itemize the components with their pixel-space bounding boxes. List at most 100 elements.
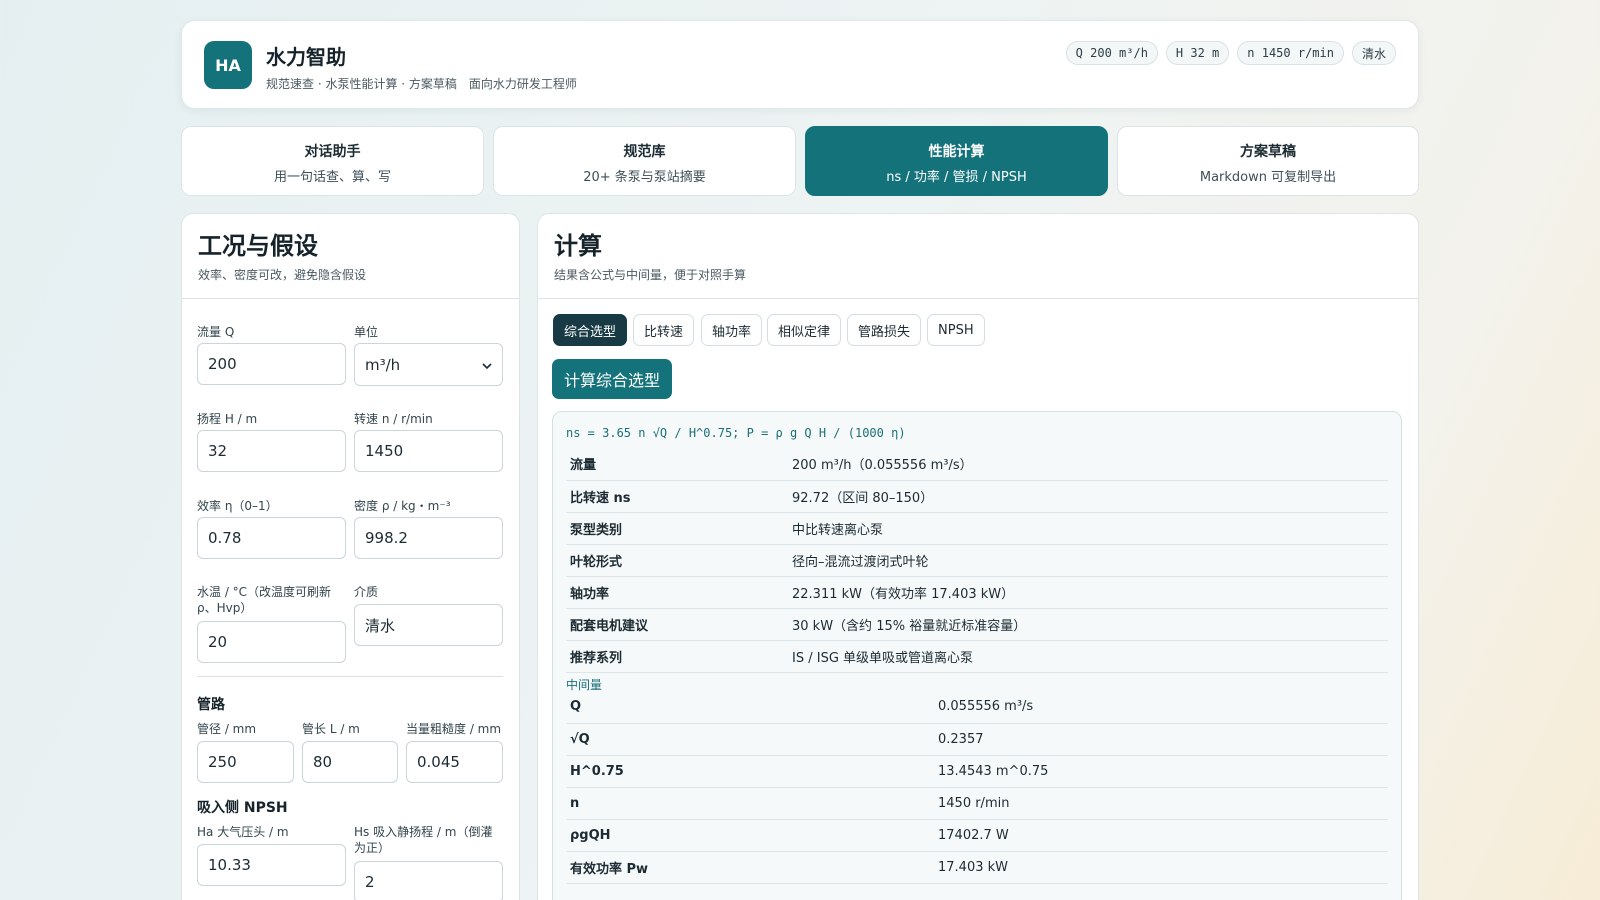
table-row: ρgQH 17402.7 W bbox=[566, 819, 1388, 852]
result-key: 流量 bbox=[566, 448, 788, 481]
flow-input[interactable]: 200 bbox=[197, 343, 346, 385]
result-key: 叶轮形式 bbox=[566, 544, 788, 577]
table-row: 推荐系列 IS / ISG 单级单吸或管道离心泵 bbox=[566, 640, 1388, 673]
results-table: 流量 200 m³/h（0.055556 m³/s） 比转速 ns 92.72（区间… bbox=[566, 448, 1388, 673]
chevron-down-icon bbox=[482, 356, 492, 374]
tab-title: 方案草稿 bbox=[1240, 144, 1296, 160]
intermediate-value: 0.055556 m³/s bbox=[934, 691, 1388, 724]
roughness-input[interactable]: 0.045 bbox=[406, 741, 503, 783]
app-title: 水力智助 bbox=[266, 45, 346, 69]
table-row: 比转速 ns 92.72（区间 80–150） bbox=[566, 480, 1388, 513]
intermediate-key: ρgQH bbox=[566, 819, 934, 852]
chip-speed: n 1450 r/min bbox=[1237, 41, 1344, 65]
intermediate-key: √Q bbox=[566, 723, 934, 756]
table-row: 轴功率 22.311 kW（有效功率 17.403 kW） bbox=[566, 576, 1388, 609]
result-value: 径向–混流过渡闭式叶轮 bbox=[788, 544, 1388, 577]
table-row: 配套电机建议 30 kW（含约 15% 裕量就近标准容量） bbox=[566, 608, 1388, 641]
intermediate-value: 0.2357 bbox=[934, 723, 1388, 756]
result-key: 泵型类别 bbox=[566, 512, 788, 545]
hs-input[interactable]: 2 bbox=[354, 861, 503, 900]
table-row: 有效功率 Pw 17.403 kW bbox=[566, 851, 1388, 884]
intermediate-key: 有效功率 Pw bbox=[566, 851, 934, 884]
tab-draft[interactable]: 方案草稿 Markdown 可复制导出 bbox=[1117, 126, 1419, 196]
result-value: 22.311 kW（有效功率 17.403 kW） bbox=[788, 576, 1388, 609]
subtab-specific-speed[interactable]: 比转速 bbox=[633, 314, 695, 346]
chip-medium: 清水 bbox=[1351, 41, 1396, 65]
result-value: IS / ISG 单级单吸或管道离心泵 bbox=[788, 640, 1388, 673]
result-value: 30 kW（含约 15% 裕量就近标准容量） bbox=[788, 608, 1388, 641]
unit-value: m³/h bbox=[365, 355, 401, 374]
head-input[interactable]: 32 bbox=[197, 430, 346, 472]
table-row: 流量 200 m³/h（0.055556 m³/s） bbox=[566, 448, 1388, 481]
tab-chat-assistant[interactable]: 对话助手 用一句话查、算、写 bbox=[181, 126, 484, 196]
app-subtitle: 规范速查 · 水泵性能计算 · 方案草稿 面向水力研发工程师 bbox=[266, 77, 577, 91]
unit-label: 单位 bbox=[354, 325, 379, 339]
tab-desc: Markdown 可复制导出 bbox=[1199, 170, 1337, 185]
pipe-section-title: 管路 bbox=[197, 697, 225, 713]
result-value: 92.72（区间 80–150） bbox=[788, 480, 1388, 513]
app-logo: HA bbox=[204, 41, 252, 89]
result-value: 200 m³/h（0.055556 m³/s） bbox=[788, 448, 1388, 481]
unit-select[interactable]: m³/h bbox=[354, 343, 503, 386]
result-value: 中比转速离心泵 bbox=[788, 512, 1388, 545]
subtab-pipe-loss[interactable]: 管路损失 bbox=[847, 314, 922, 346]
chip-flow: Q 200 m³/h bbox=[1065, 41, 1158, 65]
calc-header: 计算 结果含公式与中间量，便于对照手算 bbox=[538, 214, 1418, 299]
conditions-header: 工况与假设 效率、密度可改，避免隐含假设 bbox=[182, 214, 519, 299]
tab-title: 对话助手 bbox=[304, 144, 361, 160]
speed-input[interactable]: 1450 bbox=[354, 430, 503, 472]
subtab-npsh[interactable]: NPSH bbox=[927, 314, 985, 346]
panel-subtitle: 效率、密度可改，避免隐含假设 bbox=[198, 268, 367, 282]
app-header: HA 水力智助 规范速查 · 水泵性能计算 · 方案草稿 面向水力研发工程师 Q… bbox=[181, 20, 1419, 109]
calculate-button[interactable]: 计算综合选型 bbox=[552, 359, 673, 399]
length-label: 管长 L / m bbox=[302, 722, 360, 736]
chip-head: H 32 m bbox=[1165, 41, 1230, 65]
panel-subtitle: 结果含公式与中间量，便于对照手算 bbox=[554, 268, 747, 282]
subtab-similarity[interactable]: 相似定律 bbox=[767, 314, 842, 346]
diameter-label: 管径 / mm bbox=[197, 722, 257, 736]
length-input[interactable]: 80 bbox=[302, 741, 398, 783]
tab-desc: ns / 功率 / 管损 / NPSH bbox=[886, 170, 1027, 185]
density-label: 密度 ρ / kg・m⁻³ bbox=[354, 499, 451, 513]
efficiency-input[interactable]: 0.78 bbox=[197, 517, 346, 559]
table-row: H^0.75 13.4543 m^0.75 bbox=[566, 755, 1388, 788]
speed-label: 转速 n / r/min bbox=[354, 412, 433, 426]
tab-title: 性能计算 bbox=[928, 144, 985, 160]
intermediate-value: 1450 r/min bbox=[934, 787, 1388, 820]
subtab-shaft-power[interactable]: 轴功率 bbox=[701, 314, 763, 346]
result-key: 轴功率 bbox=[566, 576, 788, 609]
ha-input[interactable]: 10.33 bbox=[197, 844, 346, 886]
efficiency-label: 效率 η（0–1） bbox=[197, 499, 278, 513]
flow-label: 流量 Q bbox=[197, 325, 235, 339]
intermediate-key: n bbox=[566, 787, 934, 820]
medium-input[interactable]: 清水 bbox=[354, 604, 503, 646]
intermediate-key: H^0.75 bbox=[566, 755, 934, 788]
tab-desc: 20+ 条泵与泵站摘要 bbox=[583, 170, 706, 185]
panel-title: 计算 bbox=[554, 232, 602, 260]
panel-title: 工况与假设 bbox=[198, 232, 318, 260]
intermediate-value: 17402.7 W bbox=[934, 819, 1388, 852]
table-row: √Q 0.2357 bbox=[566, 723, 1388, 756]
temperature-label: 水温 / °C（改温度可刷新 ρ、Hvp） bbox=[197, 585, 332, 615]
tab-standards[interactable]: 规范库 20+ 条泵与泵站摘要 bbox=[493, 126, 796, 196]
table-row: n 1450 r/min bbox=[566, 787, 1388, 820]
intermediate-value: 17.403 kW bbox=[934, 851, 1388, 884]
tab-title: 规范库 bbox=[623, 144, 666, 160]
intermediate-key: Q bbox=[566, 691, 934, 724]
result-box: ns = 3.65 n √Q / H^0.75; P = ρ g Q H / (… bbox=[552, 411, 1402, 900]
medium-label: 介质 bbox=[354, 585, 379, 599]
diameter-input[interactable]: 250 bbox=[197, 741, 294, 783]
condition-chips: Q 200 m³/h H 32 m n 1450 r/min 清水 bbox=[1065, 41, 1396, 65]
result-key: 配套电机建议 bbox=[566, 608, 788, 641]
divider bbox=[197, 676, 503, 677]
npsh-section-title: 吸入侧 NPSH bbox=[197, 800, 288, 816]
intermediate-table: Q 0.055556 m³/s √Q 0.2357 H^0.75 13.4543 m^… bbox=[566, 691, 1388, 884]
ha-label: Ha 大气压头 / m bbox=[197, 825, 289, 839]
density-input[interactable]: 998.2 bbox=[354, 517, 503, 559]
tab-performance-calc[interactable]: 性能计算 ns / 功率 / 管损 / NPSH bbox=[805, 126, 1108, 196]
subtab-overall[interactable]: 综合选型 bbox=[553, 314, 628, 346]
intermediate-value: 13.4543 m^0.75 bbox=[934, 755, 1388, 788]
result-key: 比转速 ns bbox=[566, 480, 788, 513]
table-row: Q 0.055556 m³/s bbox=[566, 691, 1388, 724]
temperature-input[interactable]: 20 bbox=[197, 621, 346, 663]
